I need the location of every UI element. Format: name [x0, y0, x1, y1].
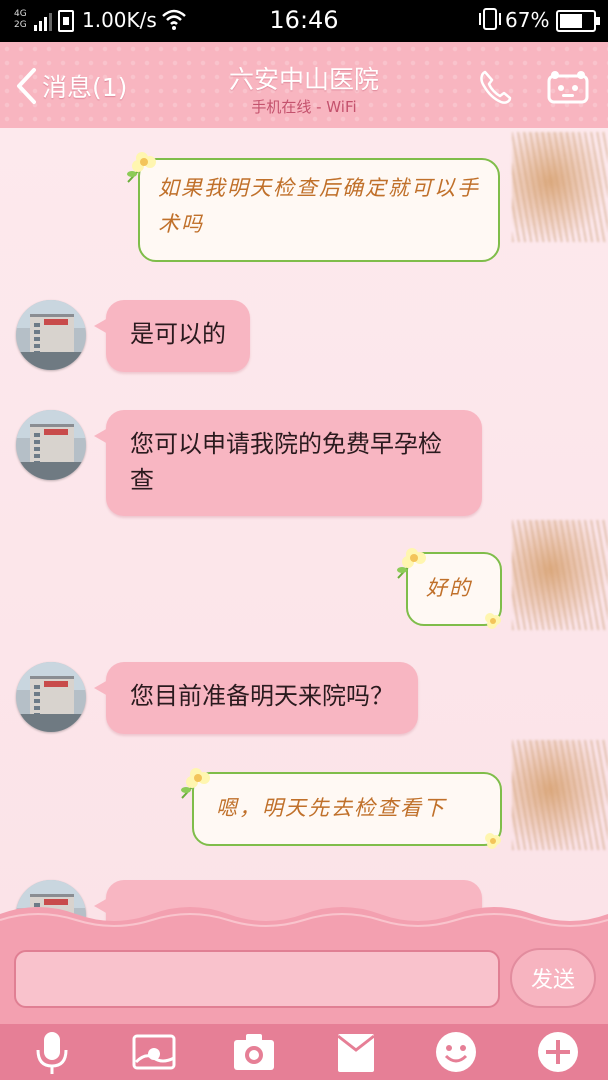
battery-percent: 67%: [505, 8, 550, 32]
phone-call-icon[interactable]: [477, 68, 513, 106]
incoming-message[interactable]: 是可以的: [94, 300, 250, 372]
message-text: 如果我明天检查后确定就可以手术吗: [158, 176, 480, 236]
hospital-avatar[interactable]: [16, 662, 86, 732]
title-bar: 消息(1) 六安中山医院 手机在线 - WiFi: [0, 42, 608, 128]
message-input[interactable]: [14, 950, 500, 1008]
flower-decoration-icon: [485, 613, 501, 629]
user-avatar: [512, 740, 608, 850]
contact-profile-icon[interactable]: [546, 70, 590, 106]
outgoing-message[interactable]: 嗯，明天先去检查看下: [192, 772, 502, 846]
chat-area[interactable]: 如果我明天检查后确定就可以手术吗 是可以的 您可以申请我院的免费早孕检查 好的: [0, 128, 608, 928]
flower-decoration-icon: [127, 152, 156, 183]
send-label: 发送: [530, 968, 575, 993]
image-icon[interactable]: [130, 1028, 178, 1076]
flower-decoration-icon: [181, 768, 210, 799]
user-avatar: [512, 520, 608, 630]
incoming-message[interactable]: 您目前准备明天来院吗？: [94, 662, 418, 734]
message-text: 您目前准备明天来院吗？: [130, 682, 394, 710]
microphone-icon[interactable]: [28, 1028, 76, 1076]
message-text: 您可以申请我院的免费早孕检查: [130, 430, 442, 494]
flower-decoration-icon: [397, 548, 426, 579]
contact-name: 六安中山医院: [228, 65, 379, 94]
online-status: 手机在线 - WiFi: [251, 98, 357, 116]
send-button[interactable]: 发送: [510, 948, 596, 1008]
hospital-avatar[interactable]: [16, 410, 86, 480]
user-avatar: [512, 132, 608, 242]
status-bar: 4G 2G 1.00K/s 16:46 67%: [0, 0, 608, 42]
incoming-message[interactable]: 您可以申请我院的免费早孕检查: [94, 410, 482, 516]
emoji-icon[interactable]: [432, 1028, 480, 1076]
battery-icon: [556, 10, 600, 32]
flower-decoration-icon: [485, 833, 501, 849]
message-text: 嗯，明天先去检查看下: [216, 796, 446, 820]
plus-icon[interactable]: [534, 1028, 582, 1076]
vibrate-icon: [479, 8, 501, 30]
outgoing-message[interactable]: 如果我明天检查后确定就可以手术吗: [138, 158, 500, 262]
hospital-avatar[interactable]: [16, 300, 86, 370]
message-text: 是可以的: [130, 320, 226, 348]
camera-icon[interactable]: [230, 1028, 278, 1076]
envelope-icon[interactable]: [332, 1028, 380, 1076]
toolbar: [0, 1024, 608, 1080]
input-bar: 发送: [0, 928, 608, 1024]
